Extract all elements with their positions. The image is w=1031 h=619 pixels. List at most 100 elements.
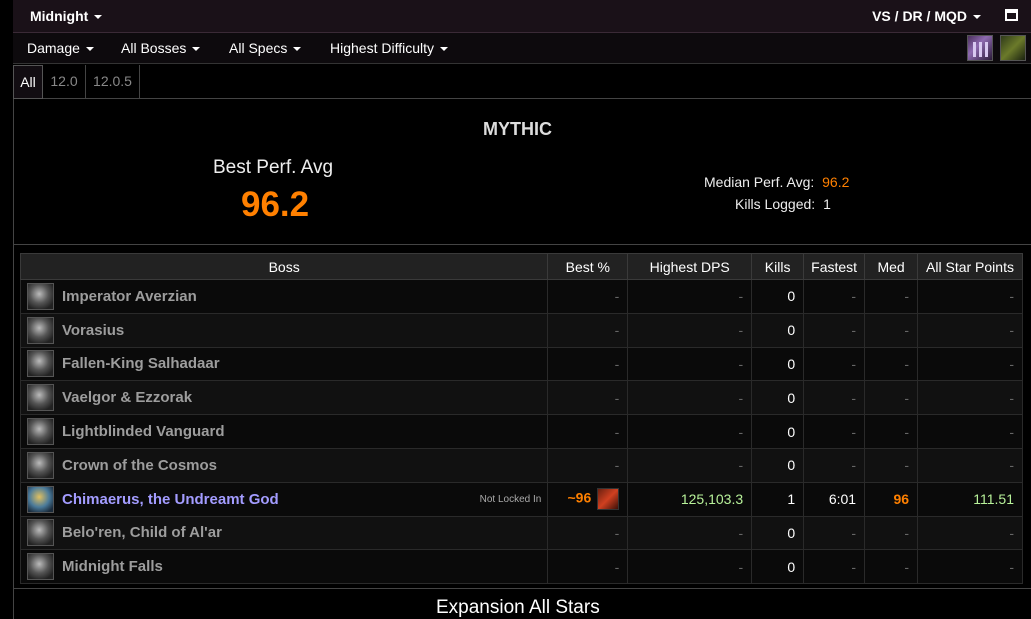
median-perf-line: Median Perf. Avg: 96.2 <box>704 174 849 190</box>
points-cell: - <box>917 279 1023 314</box>
best-pct-cell: - <box>547 312 629 348</box>
difficulty-dropdown[interactable]: Highest Difficulty <box>330 40 449 56</box>
table-row[interactable]: Vorasius - - 0 - - - <box>19 312 1023 348</box>
dps-cell: - <box>627 380 753 416</box>
col-best-pct[interactable]: Best % <box>547 253 629 280</box>
points-cell: - <box>917 414 1023 449</box>
best-pct-value: ~96 <box>567 489 592 506</box>
expansion-all-stars-title: Expansion All Stars <box>436 597 600 618</box>
med-cell: - <box>864 346 919 382</box>
boss-name[interactable]: Crown of the Cosmos <box>62 457 217 474</box>
boss-name[interactable]: Imperator Averzian <box>62 288 197 305</box>
table-row[interactable]: Lightblinded Vanguard - - 0 - - - <box>19 414 1023 449</box>
best-pct-cell: - <box>547 447 629 483</box>
chevron-down-icon <box>440 47 449 52</box>
kills-cell: 0 <box>751 515 805 551</box>
med-cell: - <box>864 279 919 314</box>
table-row[interactable]: Belo'ren, Child of Al'ar - - 0 - - - <box>19 515 1023 551</box>
best-pct-cell: - <box>547 414 629 449</box>
boss-name[interactable]: Fallen-King Salhadaar <box>62 355 220 372</box>
chevron-down-icon <box>293 47 302 52</box>
table-row-active[interactable]: Chimaerus, the Undreamt God Not Locked In… <box>19 481 1023 517</box>
kills-cell: 0 <box>751 380 805 416</box>
boss-cell: Belo'ren, Child of Al'ar <box>19 515 549 551</box>
kills-cell: 0 <box>751 346 805 382</box>
kills-logged-value: 1 <box>823 196 831 212</box>
boss-portrait-icon <box>27 282 54 310</box>
table-row[interactable]: Crown of the Cosmos - - 0 - - - <box>19 447 1023 483</box>
zone-label: Midnight <box>30 8 89 24</box>
fastest-cell: - <box>803 346 866 382</box>
med-cell: 96 <box>864 481 919 517</box>
best-pct-cell: - <box>547 380 629 416</box>
boss-cell: Fallen-King Salhadaar <box>19 346 549 382</box>
dps-cell: - <box>627 549 753 585</box>
med-cell: - <box>864 380 919 416</box>
boss-portrait-icon <box>27 553 54 581</box>
boss-cell: Crown of the Cosmos <box>19 447 549 483</box>
col-kills[interactable]: Kills <box>751 253 805 280</box>
best-pct-cell: - <box>547 549 629 585</box>
raid-label: VS / DR / MQD <box>872 8 967 24</box>
kills-logged-label: Kills Logged: <box>735 196 816 212</box>
metric-label: Damage <box>27 40 80 56</box>
boss-name[interactable]: Lightblinded Vanguard <box>62 423 225 440</box>
boss-name[interactable]: Chimaerus, the Undreamt God <box>62 491 279 508</box>
col-med[interactable]: Med <box>864 253 919 280</box>
raid-dropdown[interactable]: VS / DR / MQD <box>872 8 981 24</box>
points-cell: - <box>917 312 1023 348</box>
fastest-cell: - <box>803 549 866 585</box>
dps-cell: - <box>627 515 753 551</box>
patch-tabs: All 12.0 12.0.5 <box>13 65 1031 99</box>
fastest-cell: - <box>803 414 866 449</box>
boss-name[interactable]: Vaelgor & Ezzorak <box>62 389 192 406</box>
boss-cell: Vorasius <box>19 312 549 348</box>
table-row[interactable]: Vaelgor & Ezzorak - - 0 - - - <box>19 380 1023 416</box>
specs-dropdown[interactable]: All Specs <box>229 40 302 56</box>
lock-status-note: Not Locked In <box>479 493 542 505</box>
points-cell: - <box>917 549 1023 585</box>
boss-portrait-icon <box>27 384 54 412</box>
tab-all[interactable]: All <box>13 65 43 99</box>
zone-dropdown[interactable]: Midnight <box>30 8 103 24</box>
table-row[interactable]: Fallen-King Salhadaar - - 0 - - - <box>19 346 1023 382</box>
dps-cell: 125,103.3 <box>627 481 753 517</box>
boss-portrait-icon <box>27 451 54 479</box>
fastest-cell: - <box>803 279 866 314</box>
fastest-cell: 6:01 <box>803 481 866 517</box>
bosses-dropdown[interactable]: All Bosses <box>121 40 201 56</box>
key-icon[interactable] <box>1000 35 1026 61</box>
median-perf-value: 96.2 <box>822 174 850 190</box>
boss-cell: Chimaerus, the Undreamt God Not Locked In <box>19 481 549 517</box>
metric-dropdown[interactable]: Damage <box>27 40 94 56</box>
boss-name[interactable]: Vorasius <box>62 322 124 339</box>
best-pct-cell: - <box>547 346 629 382</box>
filter-bar: Damage All Bosses All Specs Highest Diff… <box>13 33 1031 64</box>
bosses-label: All Bosses <box>121 40 187 56</box>
difficulty-title: MYTHIC <box>483 119 552 139</box>
boss-portrait-icon <box>27 519 54 547</box>
boss-name[interactable]: Midnight Falls <box>62 558 163 575</box>
fastest-cell: - <box>803 447 866 483</box>
best-pct-cell: - <box>547 279 629 314</box>
spec-icon[interactable] <box>967 35 993 61</box>
fastest-cell: - <box>803 380 866 416</box>
col-boss[interactable]: Boss <box>19 253 549 280</box>
chevron-down-icon <box>85 47 94 52</box>
boss-cell: Midnight Falls <box>19 549 549 585</box>
tab-12-0[interactable]: 12.0 <box>43 65 86 99</box>
tab-12-0-5[interactable]: 12.0.5 <box>86 65 140 99</box>
table-row[interactable]: Midnight Falls - - 0 - - - <box>19 549 1023 585</box>
col-all-star-points[interactable]: All Star Points <box>917 253 1023 280</box>
boss-name[interactable]: Belo'ren, Child of Al'ar <box>62 524 222 541</box>
med-cell: - <box>864 447 919 483</box>
kills-cell: 0 <box>751 279 805 314</box>
boss-portrait-icon <box>27 418 54 446</box>
maximize-icon[interactable] <box>1005 9 1018 21</box>
dps-cell: - <box>627 414 753 449</box>
best-pct-cell: - <box>547 515 629 551</box>
table-row[interactable]: Imperator Averzian - - 0 - - - <box>19 279 1023 314</box>
col-highest-dps[interactable]: Highest DPS <box>627 253 753 280</box>
boss-portrait-icon <box>27 316 54 344</box>
col-fastest[interactable]: Fastest <box>803 253 866 280</box>
